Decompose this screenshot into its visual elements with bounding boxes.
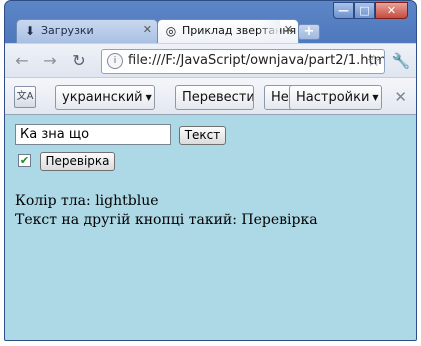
- browser-window: — □ ✕ ⬇ Загрузки ✕ ◎ Приклад звертання ✕…: [4, 0, 417, 341]
- tab-current-page[interactable]: ◎ Приклад звертання ✕: [157, 19, 299, 43]
- close-tab-icon[interactable]: ✕: [284, 23, 293, 36]
- reload-icon[interactable]: ↻: [69, 51, 89, 71]
- check-button[interactable]: Перевірка: [40, 152, 115, 171]
- page-icon: ◎: [165, 24, 177, 38]
- wrench-icon[interactable]: 🔧: [391, 52, 411, 72]
- page-info-icon[interactable]: i: [107, 53, 123, 69]
- translate-infobar: 文A украинский ▼ Перевести Нет Настройки ▼ …: [5, 77, 416, 115]
- translate-button[interactable]: Перевести: [175, 85, 254, 110]
- tab-title-fade: [258, 20, 280, 43]
- bookmark-star-icon[interactable]: ☆: [367, 52, 381, 70]
- tab-strip: ⬇ Загрузки ✕ ◎ Приклад звертання ✕ +: [5, 15, 416, 43]
- translate-settings-button[interactable]: Настройки ▼: [289, 85, 382, 110]
- settings-label: Настройки: [296, 90, 370, 105]
- browser-toolbar: ← → ↻ i file:///F:/JavaScript/ownjava/pa…: [5, 43, 416, 77]
- translate-icon: 文A: [14, 86, 36, 108]
- check-checkbox[interactable]: ✔: [18, 154, 31, 167]
- language-select-value: украинский: [62, 90, 143, 105]
- tab-title: Загрузки: [41, 24, 94, 37]
- language-select[interactable]: украинский ▼: [55, 85, 155, 110]
- back-arrow-icon[interactable]: ←: [12, 51, 32, 71]
- new-tab-button[interactable]: +: [298, 24, 320, 40]
- forward-arrow-icon[interactable]: →: [40, 51, 60, 71]
- close-infobar-icon[interactable]: ✕: [394, 88, 407, 106]
- address-bar[interactable]: i file:///F:/JavaScript/ownjava/part2/1.…: [101, 49, 385, 74]
- close-tab-icon[interactable]: ✕: [143, 23, 152, 36]
- button-text-output: Текст на другій кнопці такий: Перевірка: [15, 212, 318, 228]
- download-icon: ⬇: [24, 24, 36, 38]
- page-content: Текст ✔ Перевірка Колір тла: lightblue Т…: [5, 115, 416, 340]
- address-bar-url: file:///F:/JavaScript/ownjava/part2/1.ht…: [128, 53, 385, 68]
- dropdown-arrow-icon: ▼: [145, 93, 152, 102]
- tab-downloads[interactable]: ⬇ Загрузки ✕: [16, 19, 158, 43]
- dropdown-arrow-icon: ▼: [372, 93, 379, 102]
- text-input[interactable]: [15, 124, 171, 145]
- text-button[interactable]: Текст: [179, 126, 226, 145]
- background-color-output: Колір тла: lightblue: [15, 193, 159, 209]
